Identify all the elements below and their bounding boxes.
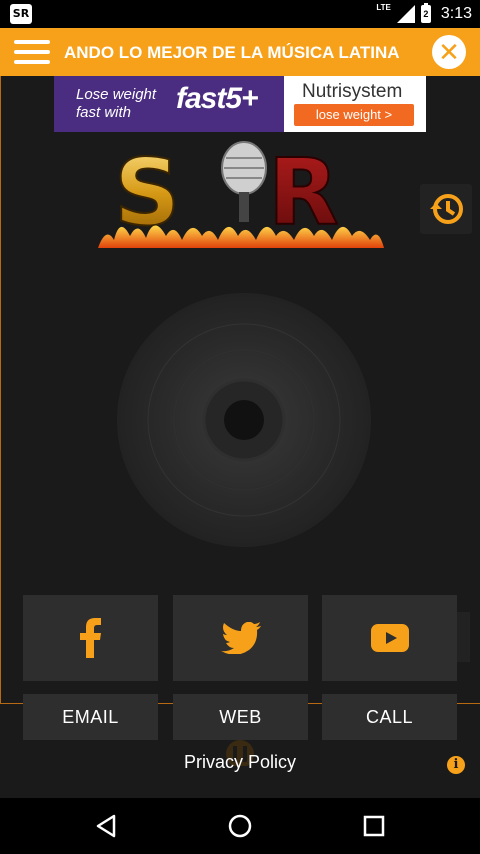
- app-header: ANDO LO MEJOR DE LA MÚSICA LATINA ✕: [0, 28, 480, 76]
- ad-brand-name: Nutrisystem: [302, 81, 403, 102]
- ad-banner[interactable]: Lose weight fast with fast5+ Nutrisystem…: [54, 76, 426, 132]
- now-playing-marquee: ANDO LO MEJOR DE LA MÚSICA LATINA: [64, 43, 400, 62]
- ad-tagline-line2: fast with: [76, 104, 132, 121]
- battery-icon: 2: [420, 3, 431, 23]
- status-bar: SR LTE 2 3:13: [0, 0, 480, 28]
- home-icon: [228, 814, 252, 838]
- email-label: EMAIL: [62, 706, 119, 727]
- ad-tagline-line1: Lose weight: [76, 86, 157, 103]
- facebook-button[interactable]: [23, 595, 158, 681]
- web-button[interactable]: WEB: [173, 694, 308, 740]
- youtube-button[interactable]: [322, 595, 457, 681]
- more-options-icon[interactable]: [456, 612, 470, 662]
- app-icon: SR: [10, 4, 32, 24]
- network-type: LTE: [376, 3, 391, 12]
- home-button[interactable]: [226, 812, 254, 840]
- ad-tagline: Lose weight fast with: [76, 86, 156, 122]
- call-button[interactable]: CALL: [322, 694, 457, 740]
- recents-button[interactable]: [360, 812, 388, 840]
- history-icon: [430, 194, 463, 224]
- hamburger-menu-icon[interactable]: [14, 40, 50, 64]
- history-button[interactable]: [420, 184, 472, 234]
- back-button[interactable]: [92, 812, 120, 840]
- ad-product-name: fast5+: [176, 82, 259, 115]
- email-button[interactable]: EMAIL: [23, 694, 158, 740]
- privacy-policy-link[interactable]: Privacy Policy: [0, 752, 480, 773]
- call-label: CALL: [365, 706, 414, 727]
- ad-promo-panel[interactable]: Lose weight fast with fast5+: [54, 76, 284, 132]
- web-label: WEB: [219, 706, 262, 727]
- signal-icon: [396, 5, 415, 23]
- clock: 3:13: [440, 5, 472, 22]
- twitter-button[interactable]: [173, 595, 308, 681]
- close-button[interactable]: ✕: [432, 35, 466, 69]
- album-art-disc: [116, 292, 372, 548]
- ad-cta-button[interactable]: lose weight >: [294, 104, 414, 126]
- ad-brand-panel[interactable]: Nutrisystem lose weight >: [284, 76, 426, 132]
- youtube-icon: [370, 624, 409, 652]
- system-nav-bar: [0, 798, 480, 854]
- station-logo: S R: [96, 136, 386, 252]
- twitter-icon: [220, 622, 261, 654]
- facebook-icon: [79, 618, 101, 658]
- recents-icon: [363, 815, 385, 837]
- back-icon: [96, 814, 116, 838]
- info-icon[interactable]: i: [447, 756, 465, 774]
- status-icons: LTE 2 3:13: [376, 0, 472, 28]
